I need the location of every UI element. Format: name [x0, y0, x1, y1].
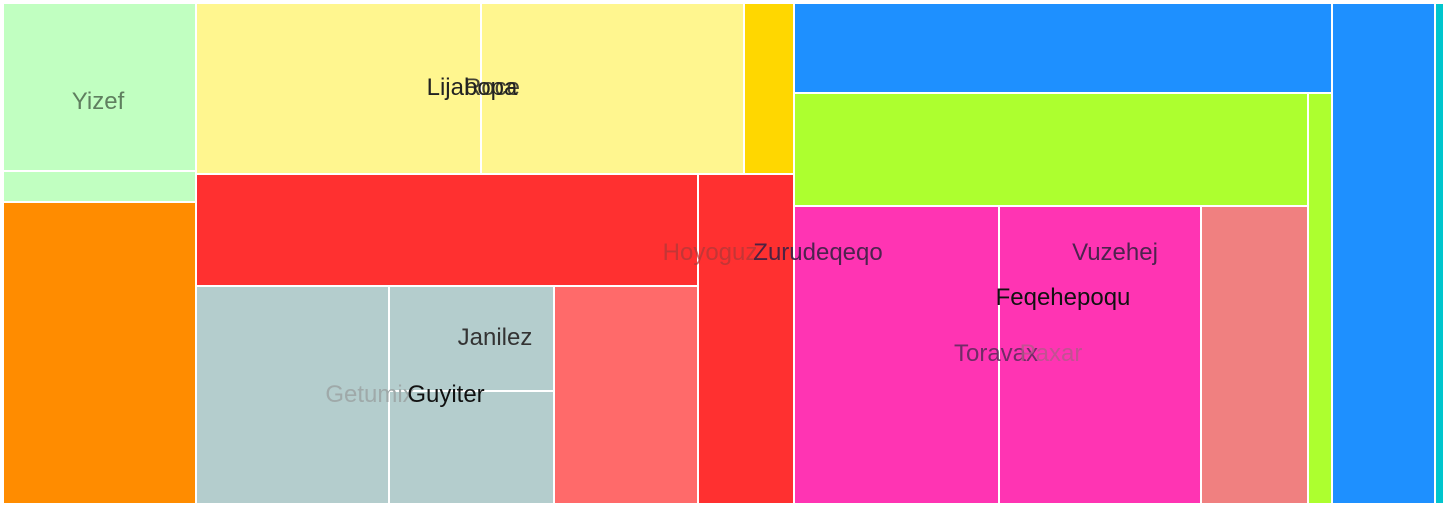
treemap-tile: [1308, 93, 1332, 504]
treemap-tile: [1332, 3, 1435, 504]
treemap-tile: [481, 3, 744, 174]
treemap-tile: [1201, 206, 1308, 504]
treemap-tile: [794, 3, 1332, 93]
treemap-chart: Yizef Lijabopa Roce Hoyoguz Zurudeqeqo Vuzehe…: [0, 0, 1446, 507]
treemap-tile: [794, 93, 1308, 206]
treemap-tile: [389, 286, 554, 391]
treemap-tile: [1435, 3, 1444, 504]
treemap-tile: [744, 3, 794, 174]
treemap-tile: [999, 206, 1201, 504]
treemap-tile: [554, 286, 698, 504]
treemap-tile: [196, 174, 698, 286]
treemap-tile: [196, 286, 389, 504]
treemap-tile: [196, 3, 481, 174]
treemap-tile: [794, 206, 999, 504]
treemap-tile: [3, 171, 196, 202]
treemap-tile: [698, 174, 794, 504]
treemap-tile: [3, 3, 196, 171]
treemap-tile: [3, 202, 196, 504]
treemap-tile: [389, 391, 554, 504]
